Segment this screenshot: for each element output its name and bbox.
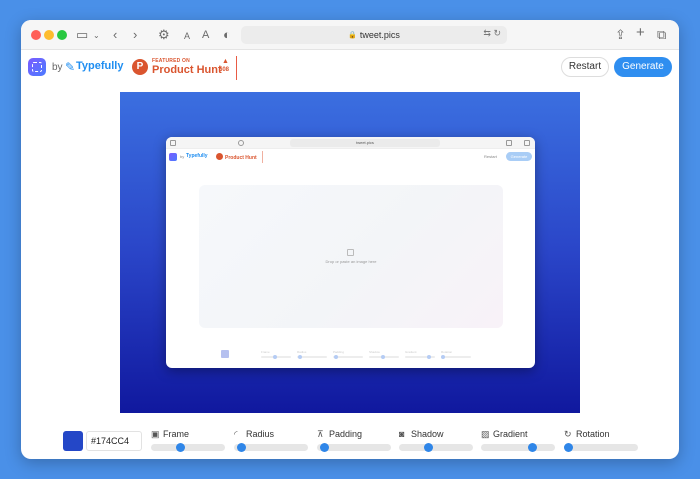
preview-by-label: by <box>180 154 185 159</box>
reload-icon[interactable]: ↻ <box>493 28 501 38</box>
tab-overview-icon[interactable]: ⧉ <box>657 26 666 44</box>
slider-radius[interactable]: ◜ Radius <box>234 427 308 455</box>
gear-icon[interactable]: ⚙ <box>158 26 170 44</box>
padding-icon: ⊼ <box>317 429 324 439</box>
rotation-icon: ↻ <box>564 429 572 439</box>
preview-canvas[interactable]: tweet.pics by Typefully Product Hunt Res… <box>120 92 580 413</box>
app-header: by ✎ Typefully P FEATURED ON Product Hun… <box>21 51 679 89</box>
preview-color-swatch <box>221 350 229 358</box>
slider-label: Rotation <box>576 429 610 439</box>
product-hunt-icon: P <box>132 59 148 75</box>
minimize-window-button[interactable] <box>44 30 54 40</box>
style-controls: #174CC4 ▣ Frame ◜ Radius ⊼ Padding ◙ Shadow ▨ Gra… <box>21 423 679 459</box>
preview-product-hunt-badge: Product Hunt <box>216 151 263 163</box>
chevron-down-icon[interactable]: ⌄ <box>93 27 100 45</box>
restart-button[interactable]: Restart <box>561 57 609 77</box>
preview-header: by Typefully Product Hunt Restart Genera… <box>166 150 535 165</box>
privacy-shield-icon[interactable]: ◐ <box>223 26 231 44</box>
preview-control: Gradient <box>405 350 435 360</box>
typefully-link[interactable]: Typefully <box>76 60 123 72</box>
browser-titlebar: ▭ ⌄ ‹ › ⚙ A A ◐ 🔒 tweet.pics ⇆ ↻ ⇪ + ⧉ <box>21 20 679 50</box>
preview-controls: Frame Radius Padding Shadow Gradient Rot… <box>221 350 481 362</box>
slider-knob[interactable] <box>320 443 329 452</box>
radius-icon: ◜ <box>234 429 238 439</box>
preview-control: Shadow <box>369 350 399 360</box>
text-smaller-icon[interactable]: A <box>184 27 190 45</box>
preview-gear-icon <box>238 140 244 146</box>
slider-shadow[interactable]: ◙ Shadow <box>399 427 473 455</box>
slider-track[interactable] <box>151 444 225 451</box>
preview-address-bar: tweet.pics <box>290 139 440 147</box>
preview-control: Frame <box>261 350 291 360</box>
preview-control: Padding <box>333 350 363 360</box>
browser-window: ▭ ⌄ ‹ › ⚙ A A ◐ 🔒 tweet.pics ⇆ ↻ ⇪ + ⧉ b… <box>21 20 679 459</box>
zoom-window-button[interactable] <box>57 30 67 40</box>
frame-icon: ▣ <box>151 429 160 439</box>
color-swatch[interactable] <box>63 431 83 451</box>
address-bar[interactable]: 🔒 tweet.pics ⇆ ↻ <box>241 26 507 44</box>
lock-icon: 🔒 <box>348 32 357 39</box>
slider-track[interactable] <box>399 444 473 451</box>
preview-share-icon <box>506 140 512 146</box>
slider-padding[interactable]: ⊼ Padding <box>317 427 391 455</box>
slider-label: Shadow <box>411 429 444 439</box>
slider-label: Padding <box>329 429 363 439</box>
slider-gradient[interactable]: ▨ Gradient <box>481 427 555 455</box>
color-hex-input[interactable]: #174CC4 <box>86 431 142 451</box>
by-label: by <box>52 62 63 73</box>
slider-label: Radius <box>246 429 275 439</box>
preview-tabs-icon <box>524 140 530 146</box>
typefully-feather-icon: ✎ <box>65 60 76 74</box>
back-icon[interactable]: ‹ <box>113 26 117 44</box>
ph-upvote-count: 508 <box>219 67 230 73</box>
slider-knob[interactable] <box>564 443 573 452</box>
slider-knob[interactable] <box>528 443 537 452</box>
translate-icon[interactable]: ⇆ <box>483 28 491 38</box>
address-url: tweet.pics <box>359 30 400 40</box>
share-icon[interactable]: ⇪ <box>615 26 626 44</box>
preview-generate-label: Generate <box>506 152 532 161</box>
preview-logo <box>169 153 177 161</box>
slider-track[interactable] <box>481 444 555 451</box>
preview-control: Rotation <box>441 350 471 360</box>
gradient-icon: ▨ <box>481 429 490 439</box>
tweet-pics-logo[interactable] <box>28 58 46 76</box>
preview-control: Radius <box>297 350 327 360</box>
slider-track[interactable] <box>564 444 638 451</box>
preview-sidebar-icon <box>170 140 176 146</box>
slider-rotation[interactable]: ↻ Rotation <box>564 427 638 455</box>
sidebar-icon[interactable]: ▭ <box>76 26 88 44</box>
preview-typefully: Typefully <box>186 153 208 159</box>
drop-hint: Drop or paste an image here <box>325 259 377 264</box>
preview-ph-icon <box>216 153 223 160</box>
slider-knob[interactable] <box>237 443 246 452</box>
shadow-icon: ◙ <box>399 429 405 439</box>
close-window-button[interactable] <box>31 30 41 40</box>
slider-knob[interactable] <box>424 443 433 452</box>
product-hunt-badge[interactable]: P FEATURED ON Product Hunt ▲ 508 <box>129 56 237 80</box>
slider-frame[interactable]: ▣ Frame <box>151 427 225 455</box>
slider-label: Frame <box>163 429 190 439</box>
ph-name: Product Hunt <box>152 64 222 76</box>
slider-knob[interactable] <box>176 443 185 452</box>
preview-dropzone: Drop or paste an image here <box>199 185 503 328</box>
text-larger-icon[interactable]: A <box>202 26 209 44</box>
preview-titlebar: tweet.pics <box>166 137 535 149</box>
preview-ph-name: Product Hunt <box>225 155 257 161</box>
slider-label: Gradient <box>493 429 528 439</box>
generate-button[interactable]: Generate <box>614 57 672 77</box>
image-icon <box>347 249 354 256</box>
forward-icon[interactable]: › <box>133 26 137 44</box>
new-tab-icon[interactable]: + <box>636 24 645 42</box>
upvote-arrow-icon: ▲ <box>222 58 229 65</box>
preview-restart-label: Restart <box>484 154 497 159</box>
screenshot-preview: tweet.pics by Typefully Product Hunt Res… <box>166 137 535 368</box>
